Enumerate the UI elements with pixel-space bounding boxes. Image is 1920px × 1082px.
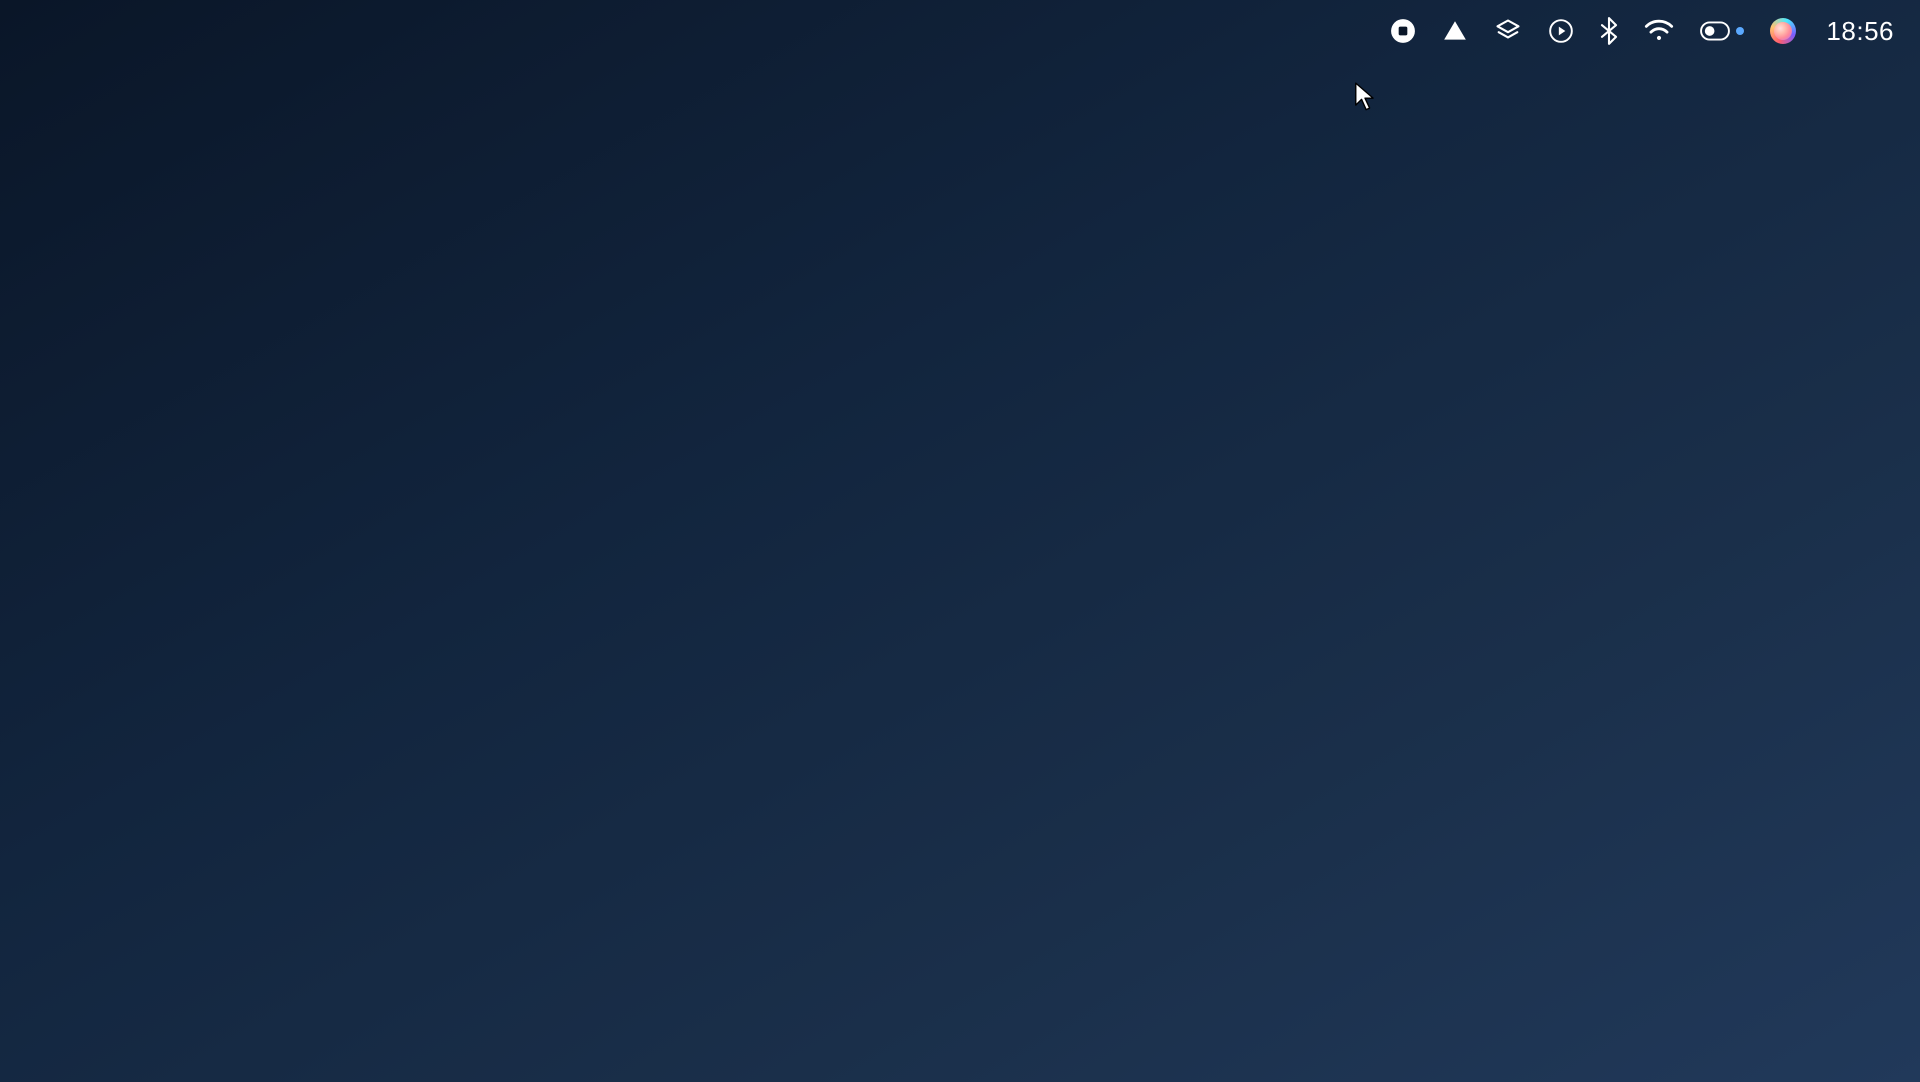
desktop-background[interactable] bbox=[0, 62, 1920, 1082]
notification-dot-icon bbox=[1736, 27, 1744, 35]
layers-app-icon[interactable] bbox=[1494, 17, 1522, 45]
control-center-icon[interactable] bbox=[1700, 21, 1744, 41]
stop-record-icon[interactable] bbox=[1390, 18, 1416, 44]
siri-icon[interactable] bbox=[1770, 18, 1796, 44]
triangle-app-icon[interactable] bbox=[1442, 18, 1468, 44]
play-circle-icon[interactable] bbox=[1548, 18, 1574, 44]
bluetooth-icon[interactable] bbox=[1600, 17, 1618, 45]
menubar-clock[interactable]: 18:56 bbox=[1822, 16, 1894, 47]
wifi-icon[interactable] bbox=[1644, 19, 1674, 43]
menubar: 18:56 bbox=[0, 0, 1920, 62]
